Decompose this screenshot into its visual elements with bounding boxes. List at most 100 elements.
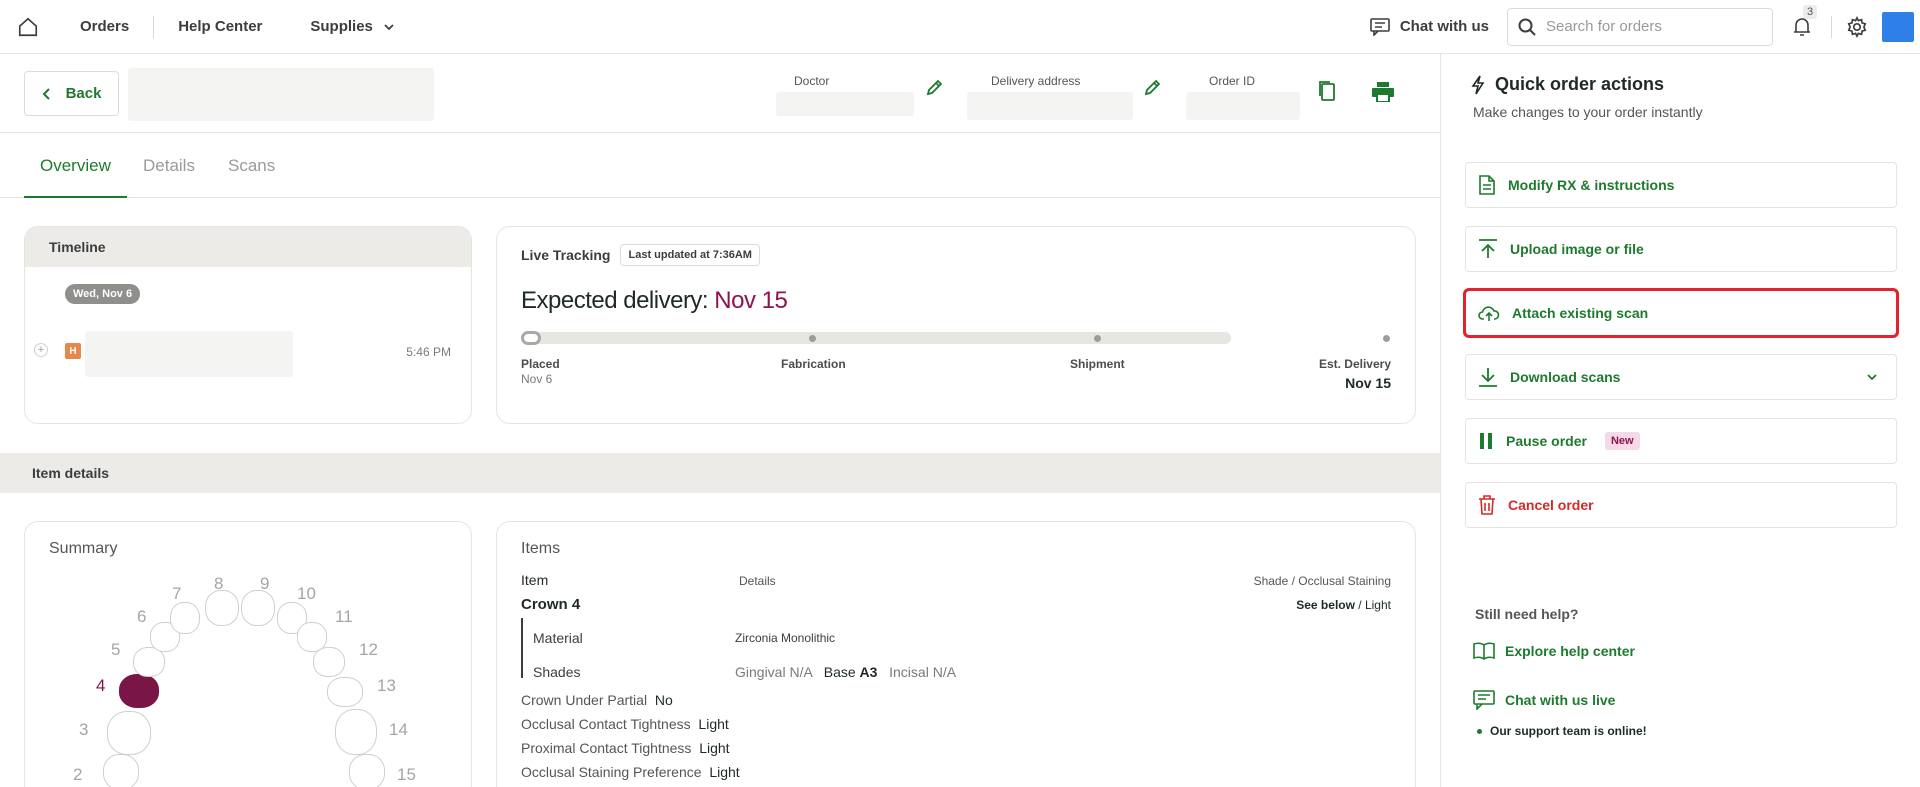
tooth-selected[interactable] <box>119 674 159 708</box>
download-scans-button[interactable]: Download scans <box>1465 354 1897 400</box>
tooth-number: 3 <box>79 720 89 739</box>
progress-step <box>1383 335 1390 342</box>
shade-separator: / <box>1358 598 1362 612</box>
event-placeholder <box>85 331 293 377</box>
chat-with-us-button[interactable]: Chat with us <box>1370 17 1507 36</box>
tooth-number: 2 <box>73 765 83 784</box>
tooth[interactable] <box>349 754 385 787</box>
see-below-link[interactable]: See below <box>1296 598 1355 612</box>
tooth[interactable] <box>103 754 139 787</box>
explore-help-center-link[interactable]: Explore help center <box>1473 642 1635 660</box>
material-value: Zirconia Monolithic <box>735 631 836 645</box>
tab-overview[interactable]: Overview <box>24 133 127 198</box>
pencil-icon[interactable] <box>926 78 944 99</box>
home-icon[interactable] <box>0 0 56 54</box>
tab-scans[interactable]: Scans <box>228 133 275 198</box>
back-button[interactable]: Back <box>24 71 119 116</box>
tab-bar: Overview Details Scans <box>0 133 1440 198</box>
tooth[interactable] <box>335 709 377 755</box>
cancel-order-button[interactable]: Cancel order <box>1465 482 1897 528</box>
chat-with-us-label: Chat with us <box>1399 18 1489 35</box>
tooth[interactable] <box>107 711 151 755</box>
main-content: Back Doctor Delivery address Order ID Ov… <box>0 54 1440 787</box>
tooth[interactable] <box>170 602 200 634</box>
col-item: Item <box>521 572 549 588</box>
expand-icon[interactable]: + <box>34 343 48 357</box>
tooth-number: 6 <box>137 607 147 626</box>
tooth-number: 13 <box>377 676 396 695</box>
base-value: A3 <box>859 664 878 680</box>
chat-icon <box>1473 690 1495 710</box>
online-dot <box>1477 728 1482 734</box>
upload-icon <box>1479 239 1497 258</box>
doctor-value <box>776 92 914 116</box>
gear-icon[interactable] <box>1832 15 1882 38</box>
book-icon <box>1473 642 1495 660</box>
doctor-label: Doctor <box>794 74 830 88</box>
support-online-status: Our support team is online! <box>1477 724 1647 738</box>
nav-supplies[interactable]: Supplies <box>286 18 419 35</box>
spec-row: Crown Under Partial No <box>521 692 673 708</box>
tooth[interactable] <box>327 677 363 707</box>
timeline-title: Timeline <box>25 227 471 267</box>
item-indent-bar <box>521 618 523 678</box>
still-need-help: Still need help? <box>1475 606 1579 622</box>
tooth[interactable] <box>241 590 275 626</box>
pencil-icon[interactable] <box>1144 78 1162 99</box>
order-title-placeholder <box>128 68 434 121</box>
gingival-label: Gingival <box>735 664 786 680</box>
shades-label: Shades <box>533 664 581 680</box>
event-time: 5:46 PM <box>406 345 451 359</box>
base-label: Base <box>823 664 856 680</box>
summary-card: Summary 2 3 4 5 6 7 8 9 10 11 12 13 14 1… <box>24 521 472 787</box>
progress-marker <box>521 331 541 345</box>
timeline-date-badge: Wed, Nov 6 <box>65 284 141 304</box>
stage-shipment: Shipment <box>1070 357 1125 371</box>
tooth[interactable] <box>313 647 345 677</box>
occlusal-staining-value: Light <box>1364 598 1391 612</box>
upload-file-button[interactable]: Upload image or file <box>1465 226 1897 272</box>
item-details-header: Item details <box>0 453 1440 493</box>
bell-icon <box>1794 17 1810 36</box>
event-badge: H <box>65 343 81 359</box>
spec-row: Proximal Contact Tightness Light <box>521 740 730 756</box>
stage-placed: Placed <box>521 357 560 371</box>
tooth-number: 11 <box>335 607 353 626</box>
copy-icon[interactable] <box>1318 80 1336 105</box>
nav-supplies-label: Supplies <box>310 18 373 35</box>
nav-orders[interactable]: Orders <box>56 18 153 35</box>
chat-live-link[interactable]: Chat with us live <box>1473 690 1615 710</box>
print-icon[interactable] <box>1372 82 1394 105</box>
pause-order-button[interactable]: Pause order New <box>1465 418 1897 464</box>
spec-row: Occlusal Staining Preference Light <box>521 764 740 780</box>
incisal-label: Incisal <box>889 664 929 680</box>
notifications-button[interactable]: 3 <box>1773 4 1831 37</box>
lightning-icon <box>1471 75 1485 94</box>
progress-step <box>809 335 816 342</box>
delivery-address-value <box>967 92 1133 120</box>
top-nav: Orders Help Center Supplies Chat with us… <box>0 0 1920 54</box>
avatar[interactable] <box>1882 11 1914 42</box>
search-box[interactable] <box>1507 7 1773 46</box>
search-input[interactable] <box>1546 18 1746 35</box>
stage-fabrication: Fabrication <box>781 357 846 371</box>
nav-help-center[interactable]: Help Center <box>154 18 286 35</box>
search-icon <box>1518 18 1536 36</box>
tab-details[interactable]: Details <box>143 133 195 198</box>
attach-scan-button[interactable]: Attach existing scan <box>1463 288 1899 338</box>
back-label: Back <box>65 85 102 102</box>
spec-row: Occlusal Contact Tightness Light <box>521 716 729 732</box>
expected-delivery-label: Expected delivery: <box>521 287 709 314</box>
chat-icon <box>1370 17 1390 36</box>
item-shade-summary: See below / Light <box>1296 598 1391 612</box>
chevron-left-icon <box>42 87 50 100</box>
col-details: Details <box>739 574 776 588</box>
trash-icon <box>1479 495 1495 515</box>
stage-est-delivery: Est. Delivery <box>1318 357 1391 371</box>
tooth[interactable] <box>205 590 239 626</box>
timeline-card: Timeline Wed, Nov 6 + H 5:46 PM <box>24 226 472 424</box>
chevron-down-icon <box>384 23 394 30</box>
tooth-number-selected: 4 <box>96 676 106 695</box>
quick-actions-subtitle: Make changes to your order instantly <box>1473 104 1703 120</box>
modify-rx-button[interactable]: Modify RX & instructions <box>1465 162 1897 208</box>
